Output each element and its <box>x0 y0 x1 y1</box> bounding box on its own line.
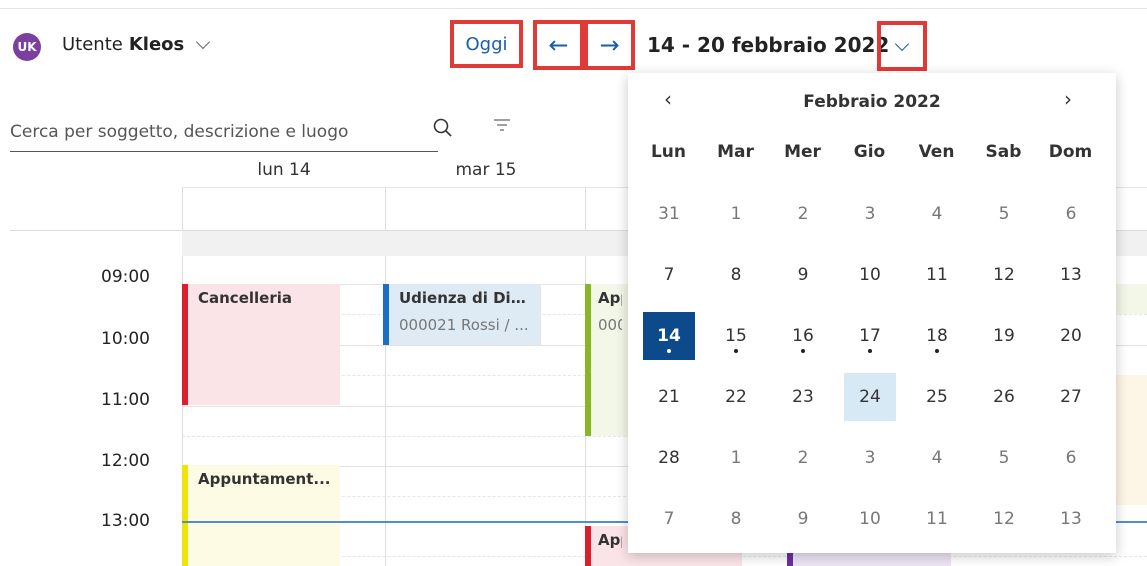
day-cell[interactable]: 18 <box>911 312 963 360</box>
weekday-label: Mar <box>717 142 754 162</box>
user-name: Kleos <box>128 34 185 55</box>
day-cell[interactable]: 5 <box>978 190 1030 238</box>
event-title: App <box>598 289 622 307</box>
weekday-label: Dom <box>1048 142 1093 162</box>
hour-label: 11:00 <box>101 390 150 410</box>
day-cell[interactable]: 16 <box>777 312 829 360</box>
day-cell[interactable]: 4 <box>911 434 963 482</box>
prev-week-button[interactable]: ← <box>533 20 584 70</box>
day-cell[interactable]: 23 <box>777 373 829 421</box>
day-cell[interactable]: 4 <box>911 190 963 238</box>
day-cell[interactable]: 9 <box>777 251 829 299</box>
day-cell[interactable]: 8 <box>710 495 762 543</box>
hour-label: 12:00 <box>101 451 150 471</box>
day-cell[interactable]: 1 <box>710 434 762 482</box>
day-cell[interactable]: 13 <box>1045 251 1097 299</box>
day-cell[interactable]: 21 <box>643 373 695 421</box>
event-dot-icon <box>667 349 671 353</box>
day-cell[interactable]: 3 <box>844 434 896 482</box>
day-cell[interactable]: 14 <box>643 312 695 360</box>
event-cancelleria[interactable]: Cancelleria <box>182 284 340 405</box>
event-fragment[interactable] <box>1116 375 1147 505</box>
day-cell[interactable]: 11 <box>911 495 963 543</box>
weekday-label: Mer <box>784 142 821 162</box>
day-cell[interactable]: 10 <box>844 495 896 543</box>
search-icon[interactable] <box>430 115 456 141</box>
user-prefix: Utente <box>62 34 123 55</box>
day-cell[interactable]: 6 <box>1045 434 1097 482</box>
event-title: App <box>598 531 622 549</box>
today-label: Oggi <box>465 33 508 55</box>
day-cell[interactable]: 13 <box>1045 495 1097 543</box>
day-cell[interactable]: 7 <box>643 495 695 543</box>
day-cell[interactable]: 15 <box>710 312 762 360</box>
day-cell[interactable]: 22 <box>710 373 762 421</box>
day-cell[interactable]: 9 <box>777 495 829 543</box>
date-picker-toggle[interactable] <box>877 21 927 71</box>
day-cell[interactable]: 20 <box>1045 312 1097 360</box>
picker-month-label: Febbraio 2022 <box>803 92 941 112</box>
date-range-title: 14 - 20 febbraio 2022 <box>647 33 890 57</box>
search-input[interactable] <box>10 113 438 152</box>
day-cell[interactable]: 12 <box>978 251 1030 299</box>
day-cell[interactable]: 17 <box>844 312 896 360</box>
day-cell[interactable]: 26 <box>978 373 1030 421</box>
event-title: Appuntament... <box>198 470 331 488</box>
day-cell[interactable]: 6 <box>1045 190 1097 238</box>
top-divider <box>0 8 1147 9</box>
event-subtitle: 000021 Rossi / ... <box>399 316 529 334</box>
chevron-down-icon <box>196 34 211 49</box>
day-cell[interactable]: 7 <box>643 251 695 299</box>
day-cell[interactable]: 8 <box>710 251 762 299</box>
day-cell[interactable]: 24 <box>844 373 896 421</box>
today-button[interactable]: Oggi <box>450 20 523 68</box>
filter-icon[interactable] <box>492 118 512 134</box>
date-picker-popup: ‹ Febbraio 2022 › Lun Mar Mer Gio Ven Sab Dom … <box>628 73 1116 553</box>
event-dot-icon <box>734 349 738 353</box>
arrow-left-icon: ← <box>548 31 569 59</box>
event-dot-icon <box>868 349 872 353</box>
weekday-label: Gio <box>853 142 886 162</box>
event-title: Cancelleria <box>198 289 292 307</box>
hour-label: 09:00 <box>101 267 150 287</box>
event-app-wed-2[interactable]: App <box>585 526 630 566</box>
day-header-mon[interactable]: lun 14 <box>182 160 386 180</box>
event-app-wed[interactable]: App 000 <box>585 284 630 436</box>
hour-label: 13:00 <box>101 511 150 531</box>
weekday-label: Sab <box>985 142 1022 162</box>
event-dot-icon <box>801 349 805 353</box>
day-header-tue[interactable]: mar 15 <box>386 160 586 180</box>
avatar[interactable]: UK <box>13 33 41 61</box>
day-cell[interactable]: 31 <box>643 190 695 238</box>
weekday-label: Lun <box>650 142 687 162</box>
next-month-icon[interactable]: › <box>1064 87 1072 111</box>
day-cell[interactable]: 19 <box>978 312 1030 360</box>
event-title: Udienza di Dis... <box>399 289 533 307</box>
event-subtitle: 000 <box>598 316 622 334</box>
chevron-down-icon <box>894 36 910 51</box>
arrow-right-icon: → <box>599 31 620 59</box>
event-dot-icon <box>935 349 939 353</box>
hour-label: 10:00 <box>101 329 150 349</box>
day-cell[interactable]: 5 <box>978 434 1030 482</box>
day-cell[interactable]: 12 <box>978 495 1030 543</box>
event-udienza[interactable]: Udienza di Dis... 000021 Rossi / ... <box>383 284 541 345</box>
day-cell[interactable]: 27 <box>1045 373 1097 421</box>
day-cell[interactable]: 28 <box>643 434 695 482</box>
day-cell[interactable]: 2 <box>777 190 829 238</box>
next-week-button[interactable]: → <box>584 20 635 70</box>
weekday-label: Ven <box>918 142 955 162</box>
day-cell[interactable]: 25 <box>911 373 963 421</box>
day-cell[interactable]: 1 <box>710 190 762 238</box>
user-selector[interactable]: Utente Kleos <box>62 34 211 55</box>
day-cell[interactable]: 2 <box>777 434 829 482</box>
day-cell[interactable]: 10 <box>844 251 896 299</box>
event-fragment[interactable] <box>1116 284 1147 314</box>
day-cell[interactable]: 3 <box>844 190 896 238</box>
event-appuntamento[interactable]: Appuntament... <box>182 465 340 566</box>
day-cell[interactable]: 11 <box>911 251 963 299</box>
